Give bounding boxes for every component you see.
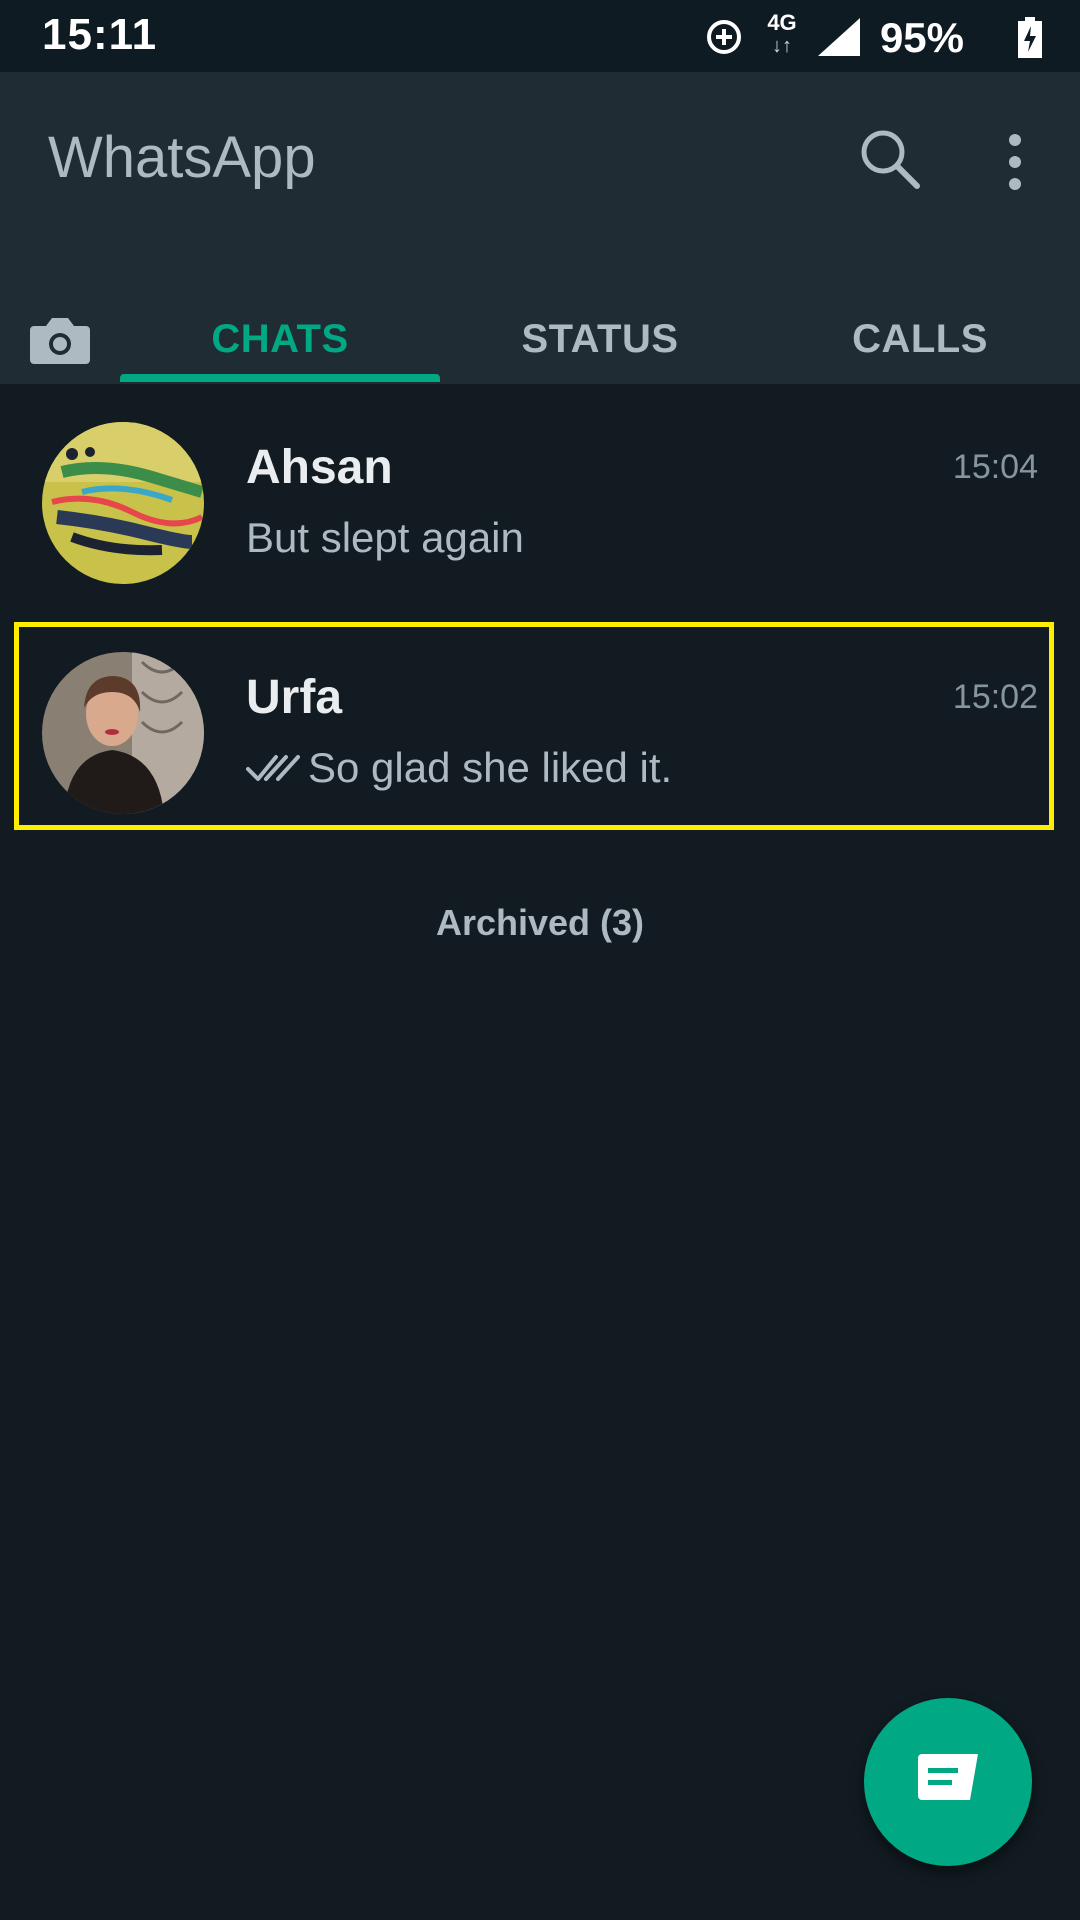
search-icon (861, 130, 920, 189)
new-chat-icon (918, 1754, 978, 1800)
app-title: WhatsApp (48, 125, 316, 190)
new-chat-button[interactable] (864, 1698, 1032, 1866)
battery-charging-icon (1018, 17, 1042, 58)
tab-selected-indicator (120, 374, 440, 382)
search-button[interactable] (855, 124, 925, 194)
status-icons: 4G ↓↑ 95% (704, 10, 1044, 64)
more-options-button[interactable] (990, 128, 1040, 198)
highlight-box (14, 622, 1054, 830)
tab-camera[interactable] (28, 310, 92, 370)
tab-bar: CHATS STATUS CALLS (0, 310, 1080, 384)
whatsapp-screen: 15:11 4G ↓↑ 95% WhatsApp CHATS STATUS CA… (0, 0, 1080, 1920)
data-saver-icon (707, 20, 741, 54)
chat-preview-text: But slept again (246, 514, 524, 561)
battery-percent: 95% (879, 14, 964, 61)
tab-status[interactable]: STATUS (440, 310, 760, 384)
chat-name: Ahsan (246, 441, 393, 494)
archived-chats-link[interactable]: Archived (3) (0, 902, 1080, 944)
app-bar: WhatsApp CHATS STATUS CALLS (0, 72, 1080, 384)
tab-calls[interactable]: CALLS (760, 310, 1080, 384)
camera-icon (30, 318, 90, 364)
chat-time: 15:04 (952, 448, 1038, 486)
chat-preview: But slept again (246, 514, 524, 562)
more-vert-icon (1009, 134, 1021, 190)
chat-row-ahsan[interactable]: Ahsan 15:04 But slept again (0, 410, 1080, 610)
network-type-label: 4G ↓↑ (767, 10, 797, 57)
status-bar: 15:11 4G ↓↑ 95% (0, 0, 1080, 72)
tab-chats[interactable]: CHATS (120, 310, 440, 384)
signal-icon (818, 18, 860, 56)
avatar[interactable] (42, 422, 204, 584)
status-time: 15:11 (42, 10, 158, 59)
